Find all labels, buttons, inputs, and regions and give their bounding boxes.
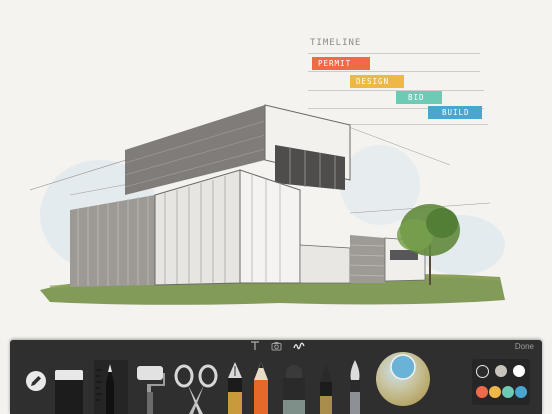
pen-icon[interactable] [316, 362, 336, 414]
timeline-title: TIMELINE [310, 38, 362, 48]
swatch-orange[interactable] [476, 386, 488, 398]
drawing-canvas[interactable]: TIMELINE PERMIT DESIGN BID BUILD [0, 0, 552, 340]
done-button[interactable]: Done [515, 342, 534, 351]
building-sketch [30, 104, 505, 305]
swatch-white[interactable] [513, 365, 525, 377]
color-palette [472, 359, 530, 405]
color-wheel-icon[interactable] [374, 350, 432, 408]
marker-icon[interactable] [280, 360, 308, 414]
ruler-icon[interactable] [94, 360, 128, 414]
roller-icon[interactable] [134, 364, 166, 414]
pencil-edit-icon[interactable] [25, 370, 47, 392]
swatch-teal[interactable] [502, 386, 514, 398]
pencil-icon[interactable] [250, 360, 272, 414]
swatch-yellow[interactable] [489, 386, 501, 398]
swatch-black[interactable] [476, 365, 489, 378]
brush-icon[interactable] [344, 358, 366, 414]
draw-icon[interactable] [293, 341, 305, 351]
timeline-bar-design: DESIGN [350, 75, 404, 88]
swatch-blue[interactable] [515, 386, 527, 398]
swatch-gray[interactable] [495, 365, 507, 377]
camera-icon[interactable] [271, 341, 282, 351]
tool-tray: Done [10, 340, 542, 414]
toolbar-header: Done [10, 340, 542, 354]
scissors-icon[interactable] [173, 364, 219, 414]
timeline-bar-permit: PERMIT [312, 57, 370, 70]
text-icon[interactable] [250, 341, 260, 351]
fountain-pen-icon[interactable] [224, 360, 246, 414]
eraser-icon[interactable] [53, 368, 85, 414]
